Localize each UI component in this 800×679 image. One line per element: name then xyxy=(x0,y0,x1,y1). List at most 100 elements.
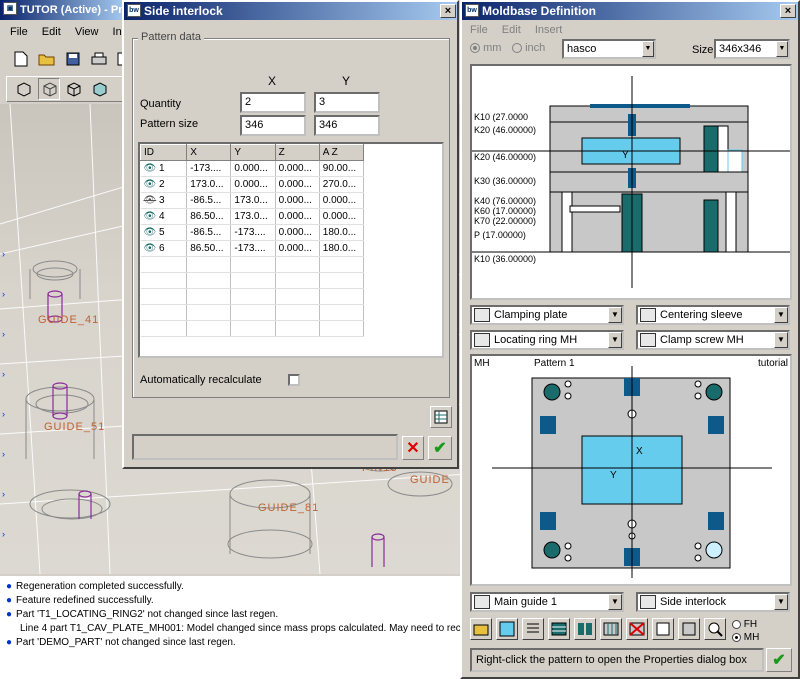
label-guide-81: GUIDE_81 xyxy=(258,502,320,514)
label-guide-41: GUIDE_41 xyxy=(38,314,100,326)
plan-center-label: Pattern 1 xyxy=(534,358,575,369)
section-label: K20 (46.00000) xyxy=(474,125,537,135)
new-file-icon[interactable] xyxy=(10,48,32,70)
table-row[interactable]: 👁 2 173.0... 0.000... 0.000... 270.0... xyxy=(140,176,365,193)
list-button[interactable] xyxy=(522,618,544,640)
visible-eye-icon[interactable]: 👁 xyxy=(144,211,157,222)
plan-right-label: tutorial xyxy=(758,358,789,369)
visible-eye-icon[interactable]: 👁 xyxy=(144,227,157,238)
menu-file[interactable]: File xyxy=(10,26,28,38)
status-bar: Right-click the pattern to open the Prop… xyxy=(470,648,764,672)
table-row[interactable]: 👁 4 86.50... 173.0... 0.000... 0.000... xyxy=(140,208,365,225)
centering-sleeve-select[interactable]: Centering sleeve ▼ xyxy=(636,305,790,325)
unit-mm-radio[interactable]: mm xyxy=(470,42,501,54)
centering-sleeve-icon xyxy=(640,308,656,322)
delete-button[interactable] xyxy=(626,618,648,640)
moldbase-ok-button[interactable]: ✔ xyxy=(766,648,792,672)
unit-inch-radio[interactable]: inch xyxy=(512,42,545,54)
size-x-input[interactable]: 346 xyxy=(240,115,306,136)
section-label: K40 (76.00000) xyxy=(474,196,537,206)
table-header-row: ID X Y Z A Z xyxy=(140,144,365,161)
plate-button[interactable] xyxy=(548,618,570,640)
side-interlock-title: Side interlock xyxy=(144,4,223,18)
moldbase-app-icon: bw xyxy=(465,4,479,17)
col-y[interactable]: Y xyxy=(230,144,276,161)
wireframe-view-icon[interactable] xyxy=(12,78,34,100)
visible-eye-icon[interactable]: 👁 xyxy=(144,243,157,254)
clamping-plate-select[interactable]: Clamping plate ▼ xyxy=(470,305,624,325)
hidden-eye-icon[interactable]: 👁 xyxy=(144,195,157,206)
message-log: ● Regeneration completed successfully. ● F… xyxy=(0,576,468,679)
mb-menu-insert[interactable]: Insert xyxy=(535,24,563,36)
table-row[interactable]: 👁 1 -173.... 0.000... 0.000... 90.00... xyxy=(140,160,365,177)
no-hidden-view-icon[interactable] xyxy=(62,78,84,100)
quantity-x-input[interactable]: 2 xyxy=(240,92,306,113)
section-label: K10 (36.00000) xyxy=(474,254,537,264)
quantity-y-input[interactable]: 3 xyxy=(314,92,380,113)
mh-radio[interactable]: MH xyxy=(732,632,759,643)
pattern-table[interactable]: ID X Y Z A Z 👁 1 -173.... 0.000... 0.000..… xyxy=(138,142,444,358)
chevron-down-icon[interactable]: ▼ xyxy=(774,307,788,323)
section-y-marker: Y xyxy=(622,150,629,161)
split-plate-button[interactable] xyxy=(574,618,596,640)
size-dropdown-icon[interactable]: ▼ xyxy=(776,41,788,57)
clamp-screw-icon xyxy=(640,333,656,347)
chevron-down-icon[interactable]: ▼ xyxy=(774,332,788,348)
side-interlock-dialog: bw Side interlock × Pattern data X Y Qua… xyxy=(122,0,459,469)
save-component-button[interactable] xyxy=(496,618,518,640)
chevron-down-icon[interactable]: ▼ xyxy=(608,594,622,610)
hidden-line-view-icon[interactable] xyxy=(38,78,60,100)
app-icon: ▣ xyxy=(3,2,17,15)
col-x[interactable]: X xyxy=(186,144,232,161)
close-icon[interactable]: × xyxy=(440,4,456,18)
dialog-icon: bw xyxy=(127,4,141,17)
status-text: Right-click the pattern to open the Prop… xyxy=(476,654,747,666)
plan-view[interactable]: MH Pattern 1 tutorial X Y xyxy=(470,354,792,586)
menu-view[interactable]: View xyxy=(75,26,99,38)
open-folder-icon[interactable] xyxy=(36,48,58,70)
fh-radio[interactable]: FH xyxy=(732,619,757,630)
mb-menu-edit[interactable]: Edit xyxy=(502,24,521,36)
label-guide: GUIDE xyxy=(410,474,450,486)
size-y-input[interactable]: 346 xyxy=(314,115,380,136)
table-row[interactable]: 👁 5 -86.5... -173.... 0.000... 180.0... xyxy=(140,224,365,241)
log-line: ● Feature redefined successfully. xyxy=(6,595,154,606)
grid-button[interactable] xyxy=(600,618,622,640)
plan-x-label: X xyxy=(636,446,643,457)
tool-button-9[interactable] xyxy=(678,618,700,640)
vendor-dropdown-icon[interactable]: ▼ xyxy=(642,41,654,57)
col-az[interactable]: A Z xyxy=(318,144,365,161)
side-interlock-icon xyxy=(640,595,656,609)
visible-eye-icon[interactable]: 👁 xyxy=(144,179,157,190)
chevron-down-icon[interactable]: ▼ xyxy=(608,307,622,323)
save-icon[interactable] xyxy=(62,48,84,70)
table-row[interactable]: 👁 3 -86.5... 173.0... 0.000... 0.000... xyxy=(140,192,365,209)
mb-menu-file[interactable]: File xyxy=(470,24,488,36)
col-id[interactable]: ID xyxy=(140,144,188,161)
moldbase-close-icon[interactable]: × xyxy=(780,4,796,18)
quantity-label: Quantity xyxy=(140,98,181,110)
ok-button[interactable]: ✔ xyxy=(428,436,452,460)
visible-eye-icon[interactable]: 👁 xyxy=(144,163,157,174)
properties-button[interactable] xyxy=(430,406,452,428)
cancel-button[interactable]: ✕ xyxy=(402,436,424,460)
locating-ring-select[interactable]: Locating ring MH ▼ xyxy=(470,330,624,350)
side-interlock-select[interactable]: Side interlock ▼ xyxy=(636,592,790,612)
chevron-down-icon[interactable]: ▼ xyxy=(608,332,622,348)
chevron-down-icon[interactable]: ▼ xyxy=(774,594,788,610)
auto-recalc-checkbox[interactable] xyxy=(288,374,300,386)
viewport-scroll-marks: › › › › › › › › xyxy=(2,249,5,539)
open-component-button[interactable] xyxy=(470,618,492,640)
table-icon xyxy=(434,410,448,424)
shaded-view-icon[interactable] xyxy=(88,78,110,100)
zoom-button[interactable] xyxy=(704,618,726,640)
print-icon[interactable] xyxy=(88,48,110,70)
section-view[interactable]: K10 (27.0000 K20 (46.00000) K20 (46.0000… xyxy=(470,64,792,300)
tool-button-8[interactable] xyxy=(652,618,674,640)
moldbase-window: bw Moldbase Definition × File Edit Inser… xyxy=(460,0,800,679)
table-row[interactable]: 👁 6 86.50... -173.... 0.000... 180.0... xyxy=(140,240,365,257)
main-guide-select[interactable]: Main guide 1 ▼ xyxy=(470,592,624,612)
menu-edit[interactable]: Edit xyxy=(42,26,61,38)
clamp-screw-select[interactable]: Clamp screw MH ▼ xyxy=(636,330,790,350)
col-z[interactable]: Z xyxy=(274,144,320,161)
